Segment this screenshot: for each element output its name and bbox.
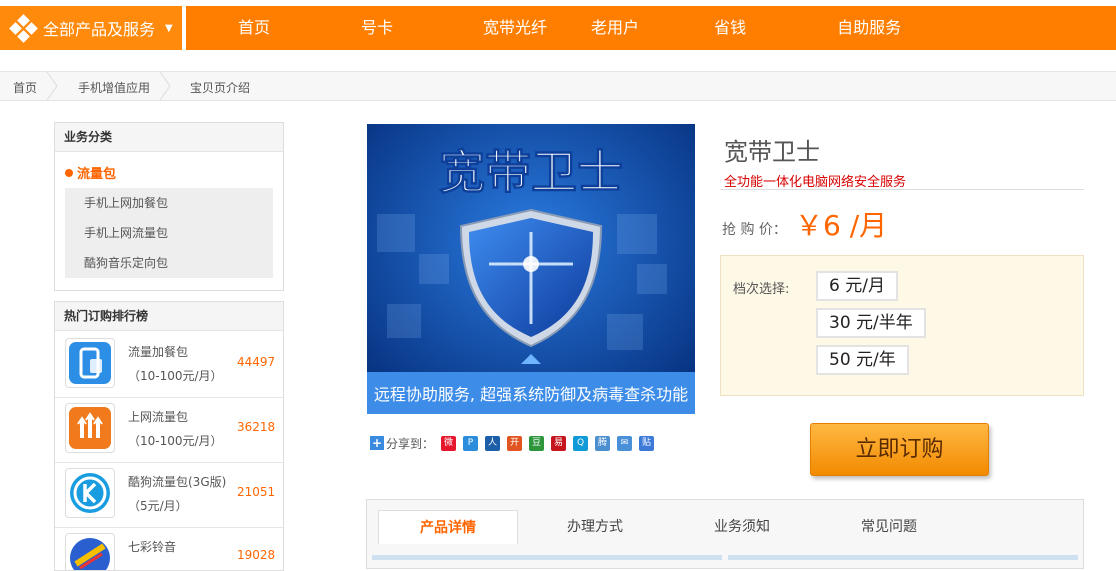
tab-content-strip (372, 555, 722, 560)
main-nav: 首页 号卡 宽带光纤 老用户 省钱 自助服务 (190, 6, 901, 50)
ranking-item-name: 流量加餐包 (128, 345, 189, 359)
nav-save-money[interactable]: 省钱 (714, 6, 746, 50)
netease-icon[interactable]: 易 (551, 435, 567, 451)
nav-sim-card[interactable]: 号卡 (361, 6, 393, 50)
tab-how-to-apply[interactable]: 办理方式 (525, 510, 665, 544)
ranking-item-name: 七彩铃音 (128, 540, 177, 554)
subcategory-item[interactable]: 酷狗音乐定向包 (65, 248, 273, 278)
email-icon[interactable]: ✉ (617, 435, 633, 451)
bullet-dot-icon (65, 169, 73, 177)
divider (720, 189, 1084, 190)
category-active-label: 流量包 (77, 167, 117, 182)
tab-faq[interactable]: 常见问题 (819, 510, 959, 544)
ranking-item-count: 21051 (237, 485, 276, 499)
weibo-icon[interactable]: 微 (441, 435, 457, 451)
ranking-item-count: 44497 (237, 355, 276, 369)
tab-product-details[interactable]: 产品详情 (378, 510, 518, 544)
ranking-item-price: （10-100元/月） (128, 434, 223, 448)
share-label: 分享到： (386, 436, 435, 451)
subcategory-item[interactable]: 手机上网加餐包 (65, 188, 273, 218)
subcategory-list: 手机上网加餐包 手机上网流量包 酷狗音乐定向包 (65, 188, 273, 278)
nav-self-service[interactable]: 自助服务 (837, 6, 901, 50)
subcategory-item[interactable]: 手机上网流量包 (65, 218, 273, 248)
music-note-icon (65, 533, 115, 570)
product-subtitle: 全功能一体化电脑网络安全服务 (724, 175, 907, 190)
product-image: 宽带卫士 远程协助服务, 超强系统防御及病毒查杀功能 (367, 124, 695, 414)
share-plus-icon[interactable]: + (370, 436, 384, 450)
ranking-panel: 热门订购排行榜 流量加餐包 （10-100元/月） 44497 上网流量包 （1… (54, 301, 284, 571)
tab-content-strip (728, 555, 1078, 560)
ranking-item-count: 36218 (237, 420, 276, 434)
breadcrumb-category[interactable]: 手机增值应用 (78, 79, 150, 96)
all-products-label: 全部产品及服务 (43, 20, 156, 39)
douban-icon[interactable]: 豆 (529, 435, 545, 451)
tier-option-monthly[interactable]: 6 元/月 (816, 271, 898, 301)
product-image-title: 宽带卫士 (439, 145, 623, 199)
diamond-logo-icon (9, 14, 38, 43)
tier-label: 档次选择: (733, 282, 790, 297)
category-panel: 业务分类 流量包 手机上网加餐包 手机上网流量包 酷狗音乐定向包 (54, 122, 284, 291)
tieba-icon[interactable]: 贴 (639, 435, 655, 451)
product-image-caption: 远程协助服务, 超强系统防御及病毒查杀功能 (374, 385, 688, 404)
product-title: 宽带卫士 (724, 138, 820, 166)
ranking-item[interactable]: 七彩铃音 19028 (55, 527, 283, 570)
renren-icon[interactable]: 人 (485, 435, 501, 451)
breadcrumb-chevron-icon (46, 72, 58, 100)
tier-selector: 档次选择: 6 元/月 30 元/半年 50 元/年 (720, 255, 1084, 396)
nav-home[interactable]: 首页 (238, 6, 270, 50)
phone-icon (65, 338, 115, 388)
tier-option-half-year[interactable]: 30 元/半年 (816, 308, 926, 338)
price-value: ￥6 /月 (795, 209, 888, 242)
kugou-k-icon (65, 468, 115, 518)
qq-friend-icon[interactable]: Q (573, 435, 589, 451)
upload-arrows-icon (65, 403, 115, 453)
share-bar: + 分享到： 微 P 人开豆易 Q 腾 ✉ 贴 (370, 434, 655, 452)
ranking-item[interactable]: 上网流量包 （10-100元/月） 36218 (55, 397, 283, 463)
tab-service-notes[interactable]: 业务须知 (672, 510, 812, 544)
ranking-item-price: （10-100元/月） (128, 369, 223, 383)
ranking-item[interactable]: 酷狗流量包(3G版) （5元/月） 21051 (55, 462, 283, 528)
ranking-item-name: 上网流量包 (128, 410, 189, 424)
buy-now-button[interactable]: 立即订购 (810, 423, 989, 476)
breadcrumb-home[interactable]: 首页 (13, 79, 37, 96)
kaixin-icon[interactable]: 开 (507, 435, 523, 451)
caret-down-icon: ▼ (165, 22, 173, 34)
category-active[interactable]: 流量包 (65, 163, 116, 182)
category-panel-title: 业务分类 (55, 123, 283, 152)
tier-option-yearly[interactable]: 50 元/年 (816, 345, 909, 375)
ranking-item[interactable]: 流量加餐包 （10-100元/月） 44497 (55, 332, 283, 398)
breadcrumb: 首页 手机增值应用 宝贝页介绍 (0, 71, 1116, 101)
nav-old-users[interactable]: 老用户 (591, 6, 639, 50)
tencent-weibo-icon[interactable]: 腾 (595, 435, 611, 451)
qzone-icon[interactable]: P (463, 435, 479, 451)
all-products-menu[interactable]: 全部产品及服务 ▼ (0, 6, 186, 50)
top-nav-bar: 全部产品及服务 ▼ 首页 号卡 宽带光纤 老用户 省钱 自助服务 (0, 6, 1116, 50)
ranking-item-name: 酷狗流量包(3G版) (128, 475, 227, 489)
price-label: 抢 购 价： (722, 222, 787, 238)
nav-broadband[interactable]: 宽带光纤 (483, 6, 547, 50)
ranking-panel-title: 热门订购排行榜 (55, 302, 283, 331)
ranking-item-price: （5元/月） (128, 499, 188, 513)
breadcrumb-current: 宝贝页介绍 (190, 81, 251, 95)
breadcrumb-chevron-icon (159, 72, 171, 100)
